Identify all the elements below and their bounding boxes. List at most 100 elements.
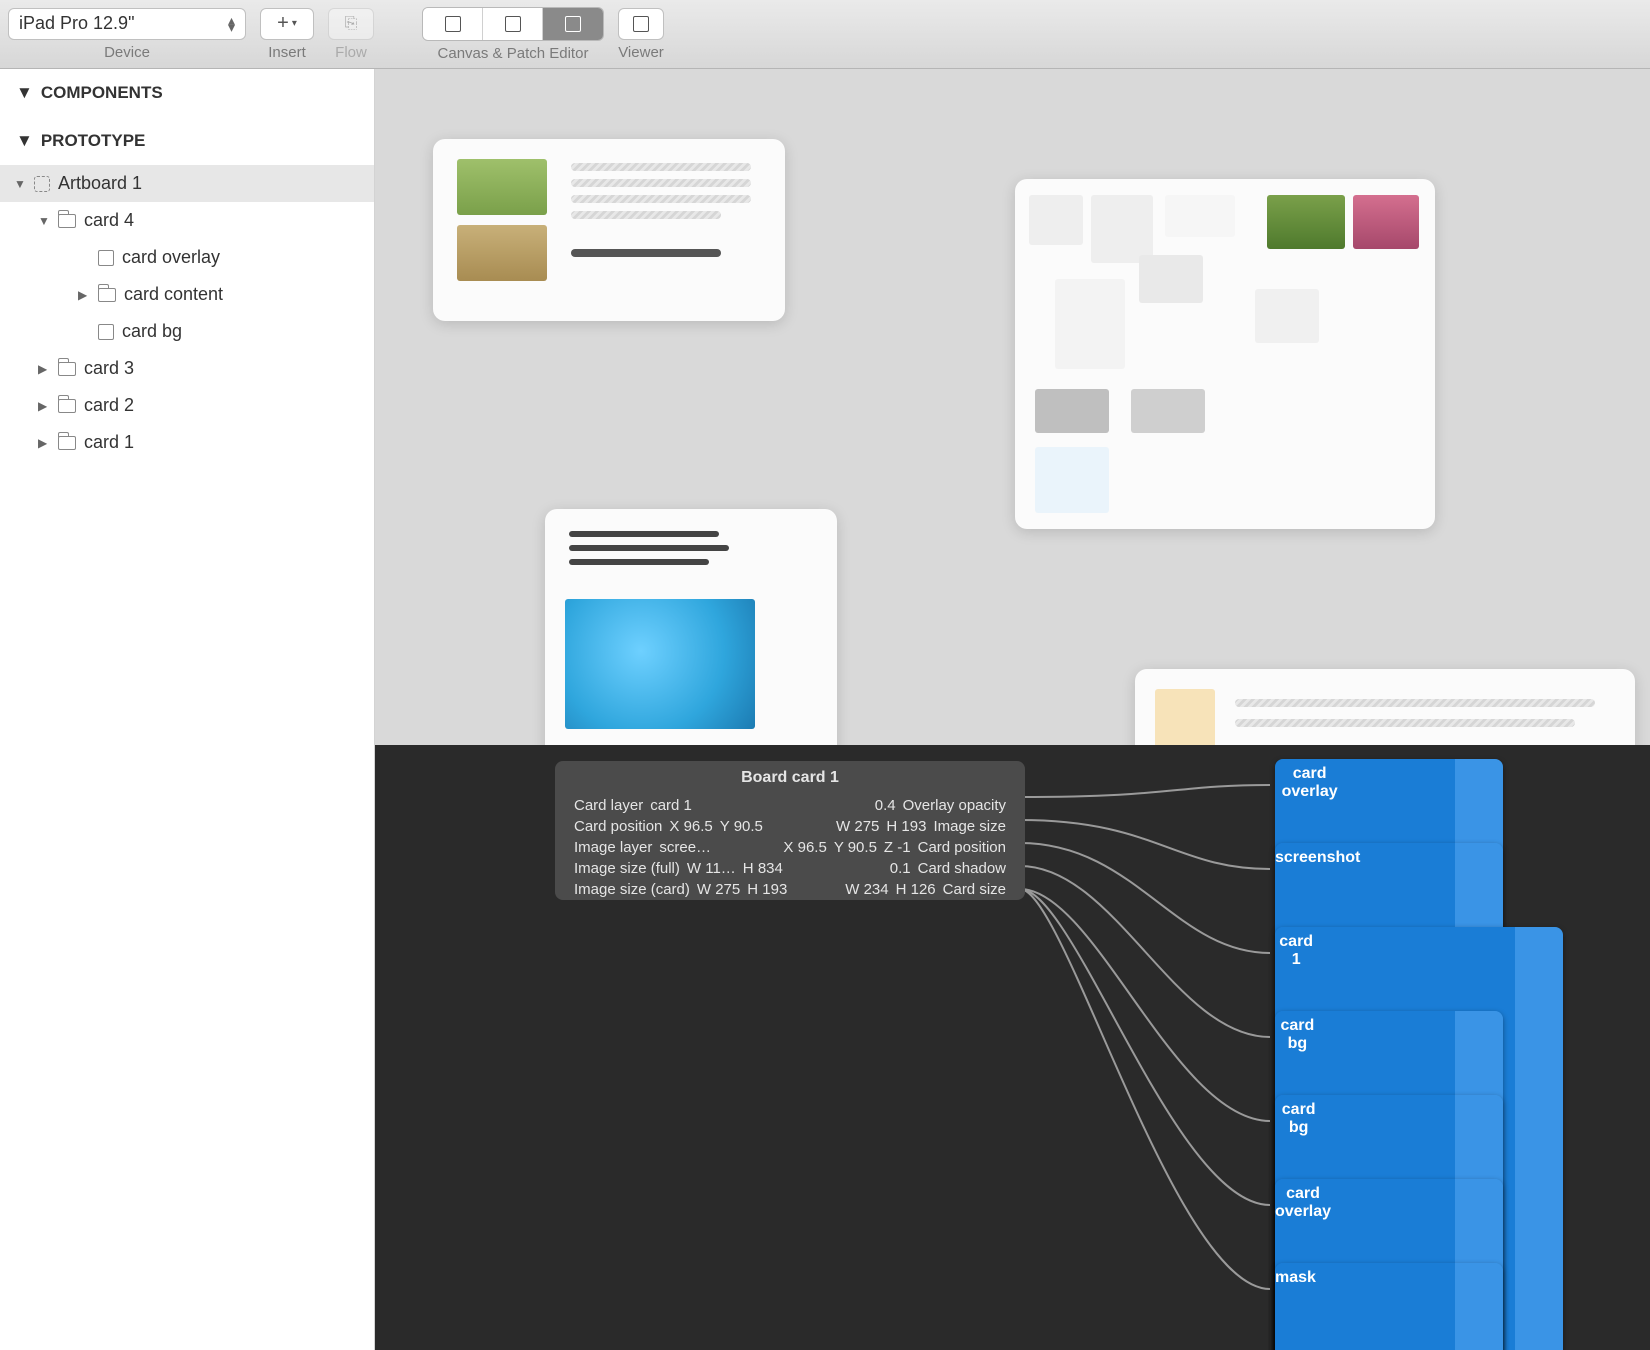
port-label: Card position bbox=[918, 839, 1006, 856]
patch-type-icon bbox=[1515, 927, 1563, 1350]
patch-node-board-card[interactable]: Board card 1 Card layercard 10.4Overlay … bbox=[555, 761, 1025, 900]
chevron-down-icon: ▾ bbox=[292, 18, 297, 29]
thumbnail bbox=[1035, 389, 1109, 433]
insert-label: Insert bbox=[268, 44, 306, 61]
canvas-card[interactable] bbox=[433, 139, 785, 321]
thumbnail bbox=[1131, 389, 1205, 433]
text-placeholder bbox=[571, 179, 751, 187]
canvas-icon bbox=[445, 16, 461, 32]
viewer-label: Viewer bbox=[618, 44, 664, 61]
layer-icon bbox=[98, 250, 114, 266]
patch-title: Board card 1 bbox=[555, 761, 1025, 795]
canvas[interactable] bbox=[375, 69, 1650, 745]
layer-icon bbox=[98, 324, 114, 340]
canvas-card[interactable] bbox=[1135, 669, 1635, 745]
prototype-header[interactable]: ▼ PROTOTYPE bbox=[0, 117, 374, 165]
port-label: Card layer bbox=[574, 797, 643, 814]
patch-node-mask[interactable]: mask bbox=[1275, 1263, 1503, 1350]
canvas-card[interactable] bbox=[1015, 179, 1435, 529]
flow-button: ⎘ bbox=[328, 8, 374, 40]
viewer-icon bbox=[633, 16, 649, 32]
layer-label: card 2 bbox=[84, 395, 134, 416]
chevron-down-icon: ▼ bbox=[16, 131, 33, 151]
prototype-label: PROTOTYPE bbox=[41, 131, 146, 151]
port-label: Image size (full) bbox=[574, 860, 680, 877]
thumbnail bbox=[1255, 289, 1319, 343]
components-header[interactable]: ▼ COMPONENTS bbox=[0, 69, 374, 117]
sidebar: ▼ COMPONENTS ▼ PROTOTYPE ▼ Artboard 1 ▼ … bbox=[0, 69, 375, 1350]
group-icon bbox=[98, 288, 116, 302]
map-thumbnail bbox=[565, 599, 755, 729]
thumbnail bbox=[1267, 195, 1345, 249]
text-placeholder bbox=[571, 163, 751, 171]
insert-button[interactable]: + ▾ bbox=[260, 8, 314, 40]
insert-group: + ▾ Insert bbox=[260, 8, 314, 61]
handwriting bbox=[569, 531, 719, 537]
group-icon bbox=[58, 399, 76, 413]
port-label: Image size bbox=[933, 818, 1006, 835]
handwriting bbox=[569, 545, 729, 551]
thumbnail bbox=[1035, 447, 1109, 513]
viewer-button[interactable] bbox=[618, 8, 664, 40]
thumbnail bbox=[1139, 255, 1203, 303]
canvas-mode-2[interactable] bbox=[483, 8, 543, 40]
handwriting bbox=[571, 249, 721, 257]
thumbnail-image bbox=[457, 159, 547, 215]
port-value: 0.4 bbox=[875, 797, 896, 814]
thumbnail bbox=[1029, 195, 1083, 245]
device-label: Device bbox=[104, 44, 150, 61]
device-select[interactable]: iPad Pro 12.9" ▴▾ bbox=[8, 8, 246, 40]
layer-label: card 1 bbox=[84, 432, 134, 453]
patch-row[interactable]: Image size (card)W 275H 193W 234H 126Car… bbox=[555, 879, 1025, 900]
patch-type-icon bbox=[1455, 1263, 1503, 1350]
thumbnail-image bbox=[457, 225, 547, 281]
layer-card2[interactable]: ▶ card 2 bbox=[0, 387, 374, 424]
device-value: iPad Pro 12.9" bbox=[19, 13, 134, 34]
patch-row[interactable]: Image layerscree…X 96.5Y 90.5Z -1Card po… bbox=[555, 837, 1025, 858]
layer-card4[interactable]: ▼ card 4 bbox=[0, 202, 374, 239]
text-placeholder bbox=[571, 211, 721, 219]
patch-row[interactable]: Image size (full)W 11…H 8340.1Card shado… bbox=[555, 858, 1025, 879]
components-label: COMPONENTS bbox=[41, 83, 163, 103]
layer-label: card 3 bbox=[84, 358, 134, 379]
text-placeholder bbox=[1235, 719, 1575, 727]
port-label: Image layer bbox=[574, 839, 652, 856]
canvas-card[interactable] bbox=[545, 509, 837, 745]
layer-card-content[interactable]: ▶ card content bbox=[0, 276, 374, 313]
port-label: Overlay opacity bbox=[903, 797, 1006, 814]
plus-icon: + bbox=[277, 12, 289, 35]
port-label: Card shadow bbox=[918, 860, 1006, 877]
flow-group: ⎘ Flow bbox=[328, 8, 374, 61]
viewer-group: Viewer bbox=[618, 8, 664, 61]
thumbnail bbox=[1155, 689, 1215, 745]
layer-label: card content bbox=[124, 284, 223, 305]
split-icon bbox=[565, 16, 581, 32]
canvas-mode-1[interactable] bbox=[423, 8, 483, 40]
layer-card-overlay[interactable]: card overlay bbox=[0, 239, 374, 276]
patch-title: mask bbox=[1275, 1263, 1316, 1350]
layer-artboard[interactable]: ▼ Artboard 1 bbox=[0, 165, 374, 202]
layer-card-bg[interactable]: card bg bbox=[0, 313, 374, 350]
thumbnail bbox=[1091, 195, 1153, 263]
chevron-down-icon: ▼ bbox=[16, 83, 33, 103]
group-icon bbox=[58, 436, 76, 450]
layer-card1[interactable]: ▶ card 1 bbox=[0, 424, 374, 461]
patch-row[interactable]: Card layercard 10.4Overlay opacity bbox=[555, 795, 1025, 816]
canvas-group: Canvas & Patch Editor bbox=[422, 7, 604, 62]
text-placeholder bbox=[1235, 699, 1595, 707]
layer-card3[interactable]: ▶ card 3 bbox=[0, 350, 374, 387]
toolbar: iPad Pro 12.9" ▴▾ Device + ▾ Insert ⎘ Fl… bbox=[0, 0, 1650, 69]
port-value: 0.1 bbox=[890, 860, 911, 877]
patch-row[interactable]: Card positionX 96.5Y 90.5W 275H 193Image… bbox=[555, 816, 1025, 837]
artboard-icon bbox=[34, 176, 50, 192]
flow-icon: ⎘ bbox=[345, 15, 358, 33]
thumbnail bbox=[1165, 195, 1235, 237]
patch-editor[interactable]: Board card 1 Card layercard 10.4Overlay … bbox=[375, 745, 1650, 1350]
group-icon bbox=[58, 362, 76, 376]
layer-label: Artboard 1 bbox=[58, 173, 142, 194]
patch-icon bbox=[505, 16, 521, 32]
canvas-segment bbox=[422, 7, 604, 41]
port-label: Card position bbox=[574, 818, 662, 835]
canvas-mode-3[interactable] bbox=[543, 8, 603, 40]
canvas-label: Canvas & Patch Editor bbox=[438, 45, 589, 62]
